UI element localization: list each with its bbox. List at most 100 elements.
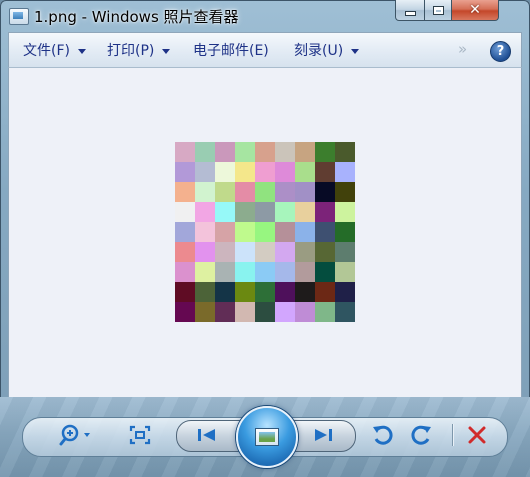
image-pixel-block [235,202,255,222]
image-pixel-block [335,142,355,162]
image-pixel-block [255,162,275,182]
image-pixel-block [195,222,215,242]
image-pixel-block [195,182,215,202]
image-viewer-area [8,68,522,397]
rotate-counterclockwise-button[interactable] [368,421,396,449]
image-pixel-block [295,302,315,322]
delete-icon [468,426,486,444]
image-pixel-block [215,262,235,282]
image-pixel-block [175,302,195,322]
image-pixel-block [215,182,235,202]
control-bar [0,397,530,477]
previous-icon [198,429,215,441]
image-pixel-block [295,282,315,302]
maximize-icon [432,5,444,15]
window-title: 1.png - Windows 照片查看器 [34,8,239,26]
image-pixel-block [235,262,255,282]
help-icon[interactable]: ? [490,41,511,62]
close-button[interactable]: ✕ [452,0,499,21]
zoom-icon [59,424,90,446]
image-pixel-block [215,242,235,262]
image-pixel-block [175,262,195,282]
image-pixel-block [195,162,215,182]
image-pixel-block [195,202,215,222]
rotate-clockwise-icon [411,425,431,445]
rotate-clockwise-button[interactable] [408,421,436,449]
caption-buttons: ✕ [395,0,499,21]
image-pixel-block [255,182,275,202]
more-chevron-icon[interactable]: » [458,40,467,58]
image-pixel-block [235,142,255,162]
image-pixel-block [175,162,195,182]
image-pixel-block [295,222,315,242]
image-pixel-block [235,302,255,322]
close-icon: ✕ [469,2,481,18]
image-pixel-block [315,282,335,302]
image-pixel-block [335,242,355,262]
toolbar-separator [452,424,453,446]
image-pixel-block [175,202,195,222]
image-pixel-block [315,302,335,322]
image-pixel-block [175,142,195,162]
image-pixel-block [215,222,235,242]
image-pixel-block [195,242,215,262]
image-pixel-block [295,182,315,202]
zoom-button[interactable] [56,421,96,449]
image-pixel-block [175,282,195,302]
next-button[interactable] [308,425,338,445]
image-pixel-block [195,262,215,282]
image-pixel-block [275,242,295,262]
image-pixel-block [235,182,255,202]
image-pixel-block [275,162,295,182]
image-pixel-block [335,162,355,182]
maximize-button[interactable] [425,0,452,21]
image-pixel-block [335,202,355,222]
image-pixel-block [235,282,255,302]
menu-file[interactable]: 文件(F) [23,33,86,67]
menu-burn[interactable]: 刻录(U) [294,33,360,67]
slideshow-button[interactable] [236,406,298,468]
title-bar[interactable]: 1.png - Windows 照片查看器 ✕ [0,0,530,32]
image-pixel-block [315,202,335,222]
image-pixel-block [215,142,235,162]
image-pixel-block [315,162,335,182]
image-pixel-block [255,242,275,262]
displayed-image [175,142,355,322]
image-pixel-block [295,202,315,222]
rotate-counterclockwise-icon [373,425,393,445]
image-pixel-block [255,142,275,162]
chevron-down-icon [77,48,86,54]
image-pixel-block [315,222,335,242]
image-pixel-block [275,282,295,302]
previous-button[interactable] [192,425,222,445]
image-pixel-block [175,242,195,262]
photo-viewer-icon [9,8,29,25]
chevron-down-icon [351,48,360,54]
menu-file-label: 文件(F) [23,43,70,59]
fit-window-icon [129,425,151,445]
image-pixel-block [235,222,255,242]
menu-print-label: 打印(P) [107,43,155,59]
menu-bar: 文件(F) 打印(P) 电子邮件(E) 刻录(U) » ? [8,32,522,68]
menu-print[interactable]: 打印(P) [107,33,171,67]
menu-burn-label: 刻录(U) [294,43,344,59]
image-pixel-block [295,142,315,162]
image-pixel-block [315,142,335,162]
image-pixel-block [315,182,335,202]
image-pixel-block [275,262,295,282]
image-pixel-block [235,242,255,262]
image-pixel-block [215,282,235,302]
delete-button[interactable] [464,423,490,447]
minimize-button[interactable] [395,0,425,21]
menu-email[interactable]: 电子邮件(E) [193,33,269,67]
image-pixel-block [215,302,235,322]
image-pixel-block [295,242,315,262]
image-pixel-block [275,142,295,162]
image-pixel-block [315,242,335,262]
image-pixel-block [175,182,195,202]
photo-viewer-window: 1.png - Windows 照片查看器 ✕ 文件(F) 打印(P) 电子邮件… [0,0,530,477]
actual-size-button[interactable] [126,423,154,447]
image-pixel-block [275,202,295,222]
image-pixel-block [315,262,335,282]
image-pixel-block [215,202,235,222]
